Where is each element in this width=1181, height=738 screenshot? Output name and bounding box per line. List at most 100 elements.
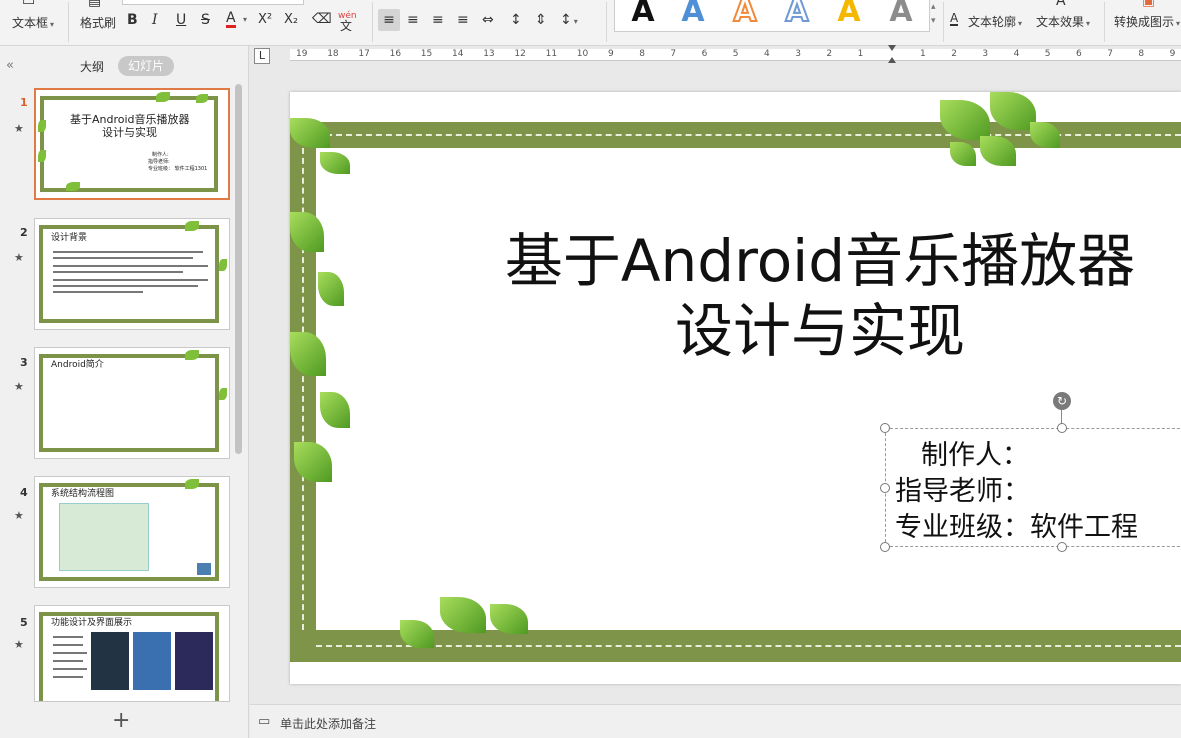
resize-handle[interactable]	[880, 542, 890, 552]
slide-canvas[interactable]: 基于Android音乐播放器 设计与实现 ↻ 制作人： 指导老师： 专业班级：软…	[290, 92, 1181, 684]
ruler-tick-label: 7	[670, 49, 677, 59]
resize-handle[interactable]	[880, 483, 890, 493]
resize-handle[interactable]	[1057, 542, 1067, 552]
convert-smartart-button[interactable]: 转换成图示 ▾	[1114, 13, 1180, 30]
tab-outline[interactable]: 大纲	[80, 58, 104, 75]
thumb-text-line	[53, 279, 208, 281]
slide-number: 3	[20, 356, 28, 369]
slide-thumbnail-4[interactable]: 系统结构流程图	[34, 476, 230, 588]
eraser-icon[interactable]: ⌫	[312, 12, 332, 26]
thumb-title: 基于Android音乐播放器	[70, 113, 190, 126]
subtitle-author: 制作人：	[921, 440, 1029, 471]
align-left-icon[interactable]: ≡	[378, 9, 400, 31]
ruler-tick-label: 16	[389, 49, 402, 59]
tab-stop-selector[interactable]: L	[254, 48, 270, 64]
tab-slides[interactable]: 幻灯片	[118, 56, 174, 76]
thumb-meta: 制作人:	[152, 152, 169, 158]
bold-button[interactable]: B	[127, 13, 138, 27]
rotate-handle-icon[interactable]: ↻	[1053, 392, 1071, 410]
thumb-title: 设计背景	[51, 233, 88, 243]
thumb-text-line	[53, 676, 83, 678]
ruler-tick-label: 2	[951, 49, 957, 59]
thumb-text-line	[53, 652, 87, 654]
panel-scrollbar[interactable]	[235, 84, 242, 454]
wordart-style-1[interactable]: A	[623, 0, 663, 27]
thumb-text-line	[53, 636, 83, 638]
ruler-tick-label: 4	[1013, 49, 1020, 59]
ruler-tick-label: 1	[857, 49, 864, 59]
ruler-tick-label: 19	[296, 49, 308, 59]
distribute-icon[interactable]: ⇔	[482, 13, 494, 27]
format-painter-button[interactable]: 格式刷	[80, 14, 116, 31]
wordart-style-4[interactable]: A	[777, 0, 817, 28]
separator	[372, 2, 373, 42]
ruler-tick-label: 9	[1169, 49, 1176, 59]
resize-handle[interactable]	[1057, 423, 1067, 433]
text-effect-icon[interactable]: A	[1056, 0, 1066, 8]
font-color-button[interactable]: A	[226, 11, 236, 28]
wordart-style-5[interactable]: A	[829, 0, 869, 27]
font-name-field[interactable]	[122, 0, 304, 5]
font-color-dropdown[interactable]: ▾	[243, 15, 247, 24]
line-spacing-icon[interactable]: ↕	[510, 13, 522, 27]
italic-button[interactable]: I	[152, 13, 158, 27]
align-center-icon[interactable]: ≡	[407, 13, 419, 27]
indent-marker[interactable]	[888, 45, 897, 67]
ribbon-toolbar: ▭ 文本框 ▾ ▤ 格式刷 B I U S A ▾ X² X₂ ⌫ wén 文 ≡…	[0, 0, 1181, 46]
text-outline-icon[interactable]: A	[950, 12, 959, 26]
text-outline-button[interactable]: 文本轮廓 ▾	[968, 13, 1022, 30]
strikethrough-button[interactable]: S	[201, 13, 210, 27]
horizontal-ruler[interactable]: 19 18 17 16 15 14 13 12 11 10 9 8 7 6 5 4 3 2 1 1 2 3 4 5 6 7 8 9	[290, 49, 1181, 61]
notes-placeholder[interactable]: 单击此处添加备注	[280, 715, 376, 732]
ruler-tick-label: 8	[639, 49, 645, 59]
slide-thumbnail-3[interactable]: Android简介	[34, 347, 230, 459]
ruler-tick-label: 5	[1044, 49, 1051, 59]
leaf-decoration	[196, 94, 208, 103]
thumb-meta: 指导老师:	[148, 159, 170, 165]
leaf-decoration	[219, 388, 227, 400]
wordart-gallery[interactable]: A A A A A A	[614, 0, 930, 32]
animation-star-icon: ★	[14, 638, 24, 651]
leaf-decoration	[440, 597, 486, 633]
slide-title-line-2[interactable]: 设计与实现	[480, 284, 1160, 368]
justify-icon[interactable]: ≡	[457, 13, 469, 27]
resize-handle[interactable]	[880, 423, 890, 433]
thumb-title: 系统结构流程图	[51, 489, 115, 499]
thumb-text-line	[53, 668, 87, 670]
format-painter-icon[interactable]: ▤	[88, 0, 101, 8]
textbox-button[interactable]: 文本框 ▾	[12, 14, 54, 31]
ruler-tick-label: 3	[982, 49, 989, 59]
ruler-tick-label: 2	[826, 49, 833, 59]
subscript-button[interactable]: X₂	[284, 13, 298, 27]
wordart-style-2[interactable]: A	[673, 0, 713, 27]
slide-thumbnail-5[interactable]: 功能设计及界面展示	[34, 605, 230, 702]
add-slide-button[interactable]: +	[112, 708, 130, 733]
slide-thumbnail-1[interactable]: 基于Android音乐播放器 设计与实现 制作人: 指导老师: 专业班级： 软件…	[34, 88, 230, 200]
align-right-icon[interactable]: ≡	[432, 13, 444, 27]
text-effect-button[interactable]: 文本效果 ▾	[1036, 13, 1090, 30]
convert-label: 转换成图示	[1114, 15, 1175, 29]
thumb-text-line	[53, 660, 83, 662]
notes-bar[interactable]: ▭ 单击此处添加备注	[250, 704, 1181, 738]
slide-number: 5	[20, 616, 28, 629]
textbox-icon[interactable]: ▭	[22, 0, 35, 8]
separator	[1104, 2, 1105, 42]
para-spacing-icon[interactable]: ⇕	[535, 13, 547, 27]
ruler-tick-label: 12	[514, 49, 526, 59]
gallery-more-icon[interactable]: ▴ ▾	[931, 0, 936, 28]
convert-smartart-icon[interactable]: ▣	[1142, 0, 1155, 8]
superscript-button[interactable]: X²	[258, 13, 272, 27]
spacing-dropdown-icon[interactable]: ↕ ▾	[560, 13, 578, 29]
animation-star-icon: ★	[14, 251, 24, 264]
ruler-tick-label: 14	[452, 49, 464, 59]
collapse-panel-button[interactable]: «	[6, 58, 14, 73]
wordart-style-6[interactable]: A	[881, 0, 921, 27]
underline-button[interactable]: U	[176, 13, 186, 27]
leaf-decoration	[156, 92, 170, 102]
subtitle-textbox[interactable]: 制作人： 指导老师： 专业班级：软件工程	[885, 428, 1181, 547]
slide-thumbnail-2[interactable]: 设计背景	[34, 218, 230, 330]
ruler-tick-label: 15	[420, 49, 433, 59]
slide-number: 4	[20, 486, 28, 499]
slides-panel: « 大纲 幻灯片 1 ★ 基于Android音乐播放器 设计与实现 制作人: 指…	[0, 46, 249, 738]
wordart-style-3[interactable]: A	[725, 0, 765, 28]
